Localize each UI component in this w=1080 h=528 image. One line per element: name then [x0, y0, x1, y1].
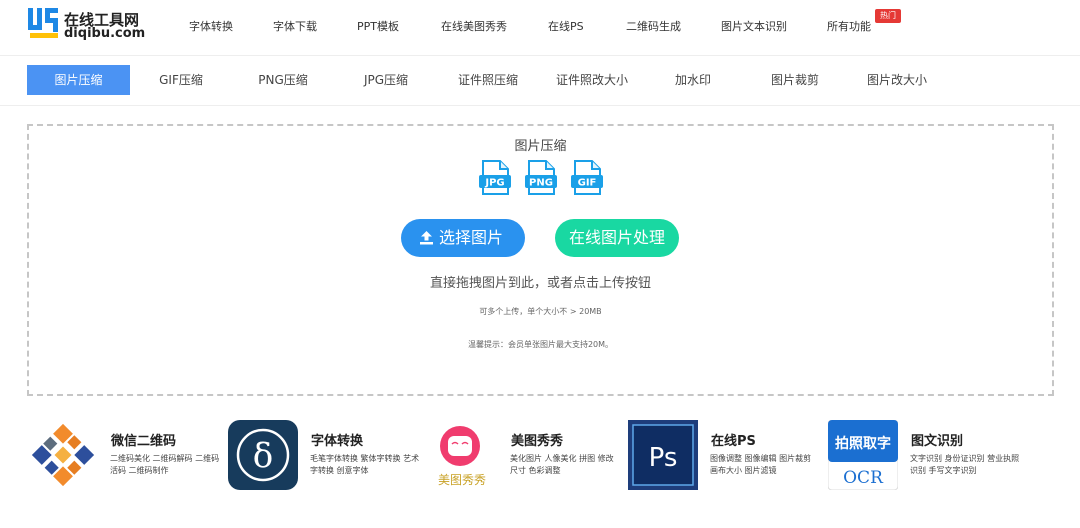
upload-limit: 可多个上传，单个大小不 > 20MB — [479, 307, 602, 316]
tab-image-compress[interactable]: 图片压缩 — [27, 65, 130, 95]
card-desc: 二维码美化 二维码解码 二维码活码 二维码制作 — [110, 454, 220, 475]
nav-image-ocr[interactable]: 图片文本识别 — [721, 18, 787, 34]
ocr-logo-icon: 拍照取字 OCR — [828, 420, 898, 490]
tab-gif-compress[interactable]: GIF压缩 — [140, 65, 222, 95]
svg-text:PNG: PNG — [529, 178, 553, 189]
font-delta-icon: δ — [228, 420, 298, 490]
hot-badge: 热门 — [875, 9, 901, 23]
tab-watermark[interactable]: 加水印 — [652, 65, 734, 95]
select-image-button[interactable]: 选择图片 — [401, 219, 525, 257]
online-image-edit-button[interactable]: 在线图片处理 — [555, 219, 679, 257]
nav-ppt-templates[interactable]: PPT模板 — [357, 18, 399, 34]
card-desc: 毛笔字体转换 繁体字转换 艺术字转换 创意字体 — [310, 454, 420, 475]
svg-text:δ: δ — [253, 436, 273, 476]
svg-text:美图秀秀: 美图秀秀 — [438, 473, 486, 487]
card-title: 在线PS — [711, 434, 756, 449]
jpg-file-icon: JPG — [479, 160, 511, 195]
card-meitu[interactable]: 美图秀秀 美图秀秀 美化图片 人像美化 拼图 修改尺寸 色彩调整 — [428, 420, 628, 492]
png-file-icon: PNG — [525, 160, 557, 195]
logo-mark-icon — [28, 8, 58, 38]
logo-domain: diqibu.com — [64, 26, 146, 41]
tab-image-resize[interactable]: 图片改大小 — [856, 65, 938, 95]
drag-hint: 直接拖拽图片到此，或者点击上传按钮 — [429, 276, 651, 291]
tab-id-photo-compress[interactable]: 证件照压缩 — [447, 65, 529, 95]
card-font-convert[interactable]: δ 字体转换 毛笔字体转换 繁体字转换 艺术字转换 创意字体 — [228, 420, 428, 492]
photoshop-icon: Ps — [628, 420, 698, 490]
select-image-label: 选择图片 — [439, 228, 504, 247]
card-ocr[interactable]: 拍照取字 OCR 图文识别 文字识别 身份证识别 营业执照识别 手写文字识别 — [828, 420, 1028, 492]
site-logo[interactable]: 在线工具网 diqibu.com — [26, 6, 156, 44]
card-title: 美图秀秀 — [511, 434, 564, 449]
svg-text:OCR: OCR — [843, 468, 884, 488]
upload-title: 图片压缩 — [514, 139, 567, 154]
svg-text:Ps: Ps — [649, 443, 678, 473]
card-title: 字体转换 — [311, 434, 364, 449]
card-desc: 文字识别 身份证识别 营业执照识别 手写文字识别 — [910, 454, 1020, 475]
tab-id-photo-resize[interactable]: 证件照改大小 — [547, 65, 637, 95]
nav-font-convert[interactable]: 字体转换 — [189, 18, 233, 34]
upload-icon — [420, 231, 433, 245]
meitu-logo-icon: 美图秀秀 — [428, 420, 498, 490]
card-title: 图文识别 — [911, 434, 964, 449]
tab-image-crop[interactable]: 图片裁剪 — [754, 65, 836, 95]
gif-file-icon: GIF — [571, 160, 603, 195]
nav-meitu[interactable]: 在线美图秀秀 — [441, 18, 507, 34]
nav-qrcode[interactable]: 二维码生成 — [626, 18, 681, 34]
svg-text:拍照取字: 拍照取字 — [835, 435, 891, 452]
svg-text:JPG: JPG — [484, 178, 504, 189]
tab-jpg-compress[interactable]: JPG压缩 — [345, 65, 427, 95]
tab-png-compress[interactable]: PNG压缩 — [242, 65, 324, 95]
nav-font-download[interactable]: 字体下载 — [273, 18, 317, 34]
qrcode-art-icon — [28, 420, 98, 490]
tool-tabs: 图片压缩 GIF压缩 PNG压缩 JPG压缩 证件照压缩 证件照改大小 加水印 … — [0, 56, 1080, 106]
card-wechat-qrcode[interactable]: 微信二维码 二维码美化 二维码解码 二维码活码 二维码制作 — [28, 420, 228, 492]
card-desc: 图像调整 图像编辑 图片裁剪 画布大小 图片滤镜 — [710, 454, 812, 475]
top-header: 在线工具网 diqibu.com 字体转换 字体下载 PPT模板 在线美图秀秀 … — [0, 0, 1080, 56]
card-desc: 美化图片 人像美化 拼图 修改尺寸 色彩调整 — [510, 454, 614, 475]
nav-online-ps[interactable]: 在线PS — [548, 18, 584, 34]
svg-text:GIF: GIF — [578, 178, 597, 189]
card-online-ps[interactable]: Ps 在线PS 图像调整 图像编辑 图片裁剪 画布大小 图片滤镜 — [628, 420, 828, 492]
member-tip: 温馨提示：会员单张图片最大支持20M。 — [467, 340, 614, 349]
nav-all-features[interactable]: 所有功能 — [827, 18, 871, 34]
upload-dropzone[interactable]: 图片压缩 JPG PNG GIF 选择图片 在线图片处理 直接拖拽图片到此，或者… — [27, 124, 1054, 396]
card-title: 微信二维码 — [111, 434, 177, 449]
